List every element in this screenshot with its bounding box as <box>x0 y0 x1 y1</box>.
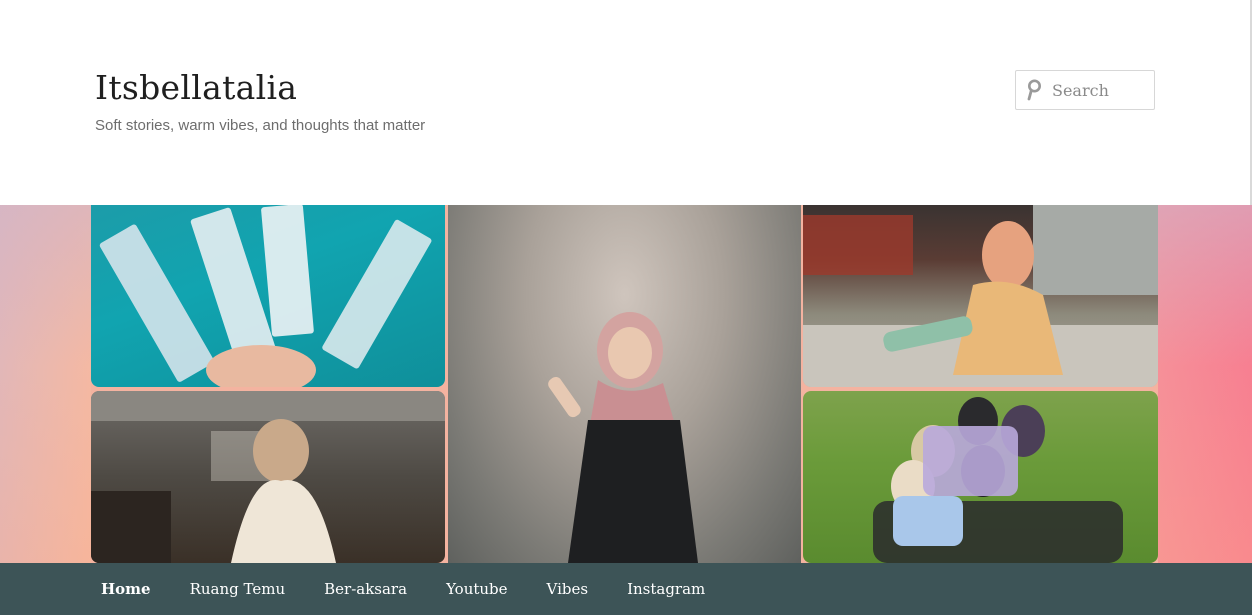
main-navigation: Home Ruang Temu Ber-aksara Youtube Vibes… <box>0 563 1252 615</box>
search-input[interactable] <box>1046 72 1146 108</box>
nav-menu: Home Ruang Temu Ber-aksara Youtube Vibes… <box>101 563 744 615</box>
nav-item-ruang-temu[interactable]: Ruang Temu <box>190 580 286 598</box>
banner-photo-photobooth <box>91 205 445 387</box>
site-tagline: Soft stories, warm vibes, and thoughts t… <box>95 117 426 134</box>
banner-photo-friends-group <box>803 391 1158 563</box>
header-banner <box>0 205 1252 563</box>
nav-item-instagram[interactable]: Instagram <box>627 580 705 598</box>
search-box[interactable] <box>1015 70 1155 110</box>
nav-item-home[interactable]: Home <box>101 580 151 598</box>
banner-photo-cafe <box>91 391 445 563</box>
site-header: Itsbellatalia Soft stories, warm vibes, … <box>0 0 1252 205</box>
banner-photo-garden-seat <box>803 205 1158 387</box>
banner-photo-portrait <box>448 205 801 563</box>
nav-item-ber-aksara[interactable]: Ber-aksara <box>324 580 407 598</box>
banner-photo-collage <box>91 205 1158 563</box>
search-icon <box>1016 71 1046 109</box>
site-title[interactable]: Itsbellatalia <box>95 68 297 107</box>
nav-item-vibes[interactable]: Vibes <box>547 580 589 598</box>
nav-item-youtube[interactable]: Youtube <box>446 580 507 598</box>
